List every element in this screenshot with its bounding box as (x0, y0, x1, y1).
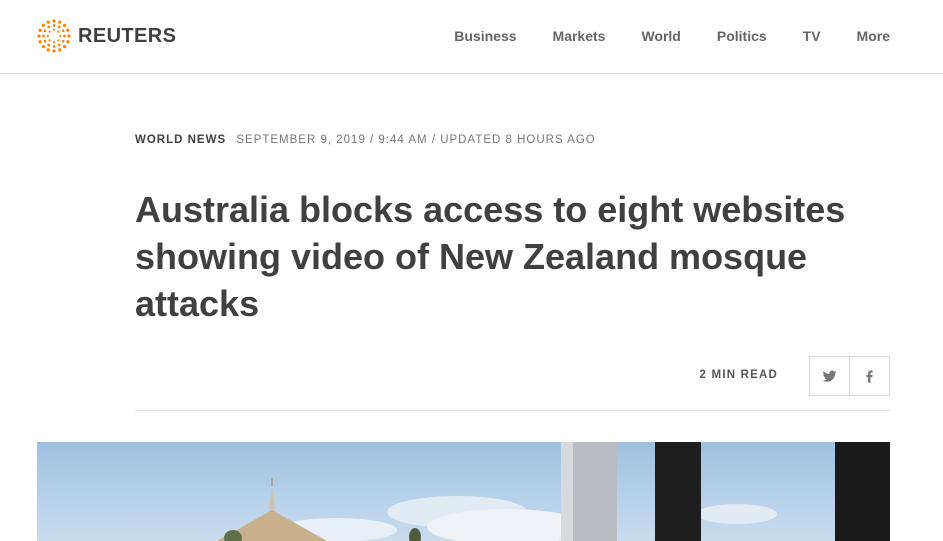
twitter-icon (822, 370, 837, 382)
brand-name: REUTERS (78, 24, 177, 47)
article-meta: WORLD NEWS SEPTEMBER 9, 2019 / 9:44 AM /… (135, 134, 596, 146)
article-headline: Australia blocks access to eight website… (135, 189, 846, 324)
read-time-share-row: 2 MIN READ (135, 356, 890, 396)
lead-photo-image (217, 442, 890, 541)
divider (135, 410, 890, 411)
article-dateline: SEPTEMBER 9, 2019 / 9:44 AM / UPDATED 8 … (236, 134, 596, 146)
nav-item-tv[interactable]: TV (803, 27, 821, 45)
top-navigation-bar: REUTERS Business Markets World Politics … (0, 0, 943, 74)
main-nav: Business Markets World Politics TV More (454, 27, 890, 45)
section-label[interactable]: WORLD NEWS (135, 134, 226, 146)
nav-item-markets[interactable]: Markets (553, 27, 606, 45)
nav-item-politics[interactable]: Politics (717, 27, 767, 45)
share-twitter-button[interactable] (810, 357, 849, 395)
facebook-icon (866, 369, 873, 383)
read-time: 2 MIN READ (699, 369, 778, 381)
article-lead-photo[interactable] (37, 442, 890, 541)
nav-item-more[interactable]: More (857, 27, 890, 45)
share-facebook-button[interactable] (849, 357, 889, 395)
share-buttons (809, 356, 890, 396)
nav-item-business[interactable]: Business (454, 27, 516, 45)
reuters-logo[interactable]: REUTERS (36, 19, 176, 53)
nav-item-world[interactable]: World (641, 27, 680, 45)
reuters-dot-logo-icon (37, 19, 71, 53)
